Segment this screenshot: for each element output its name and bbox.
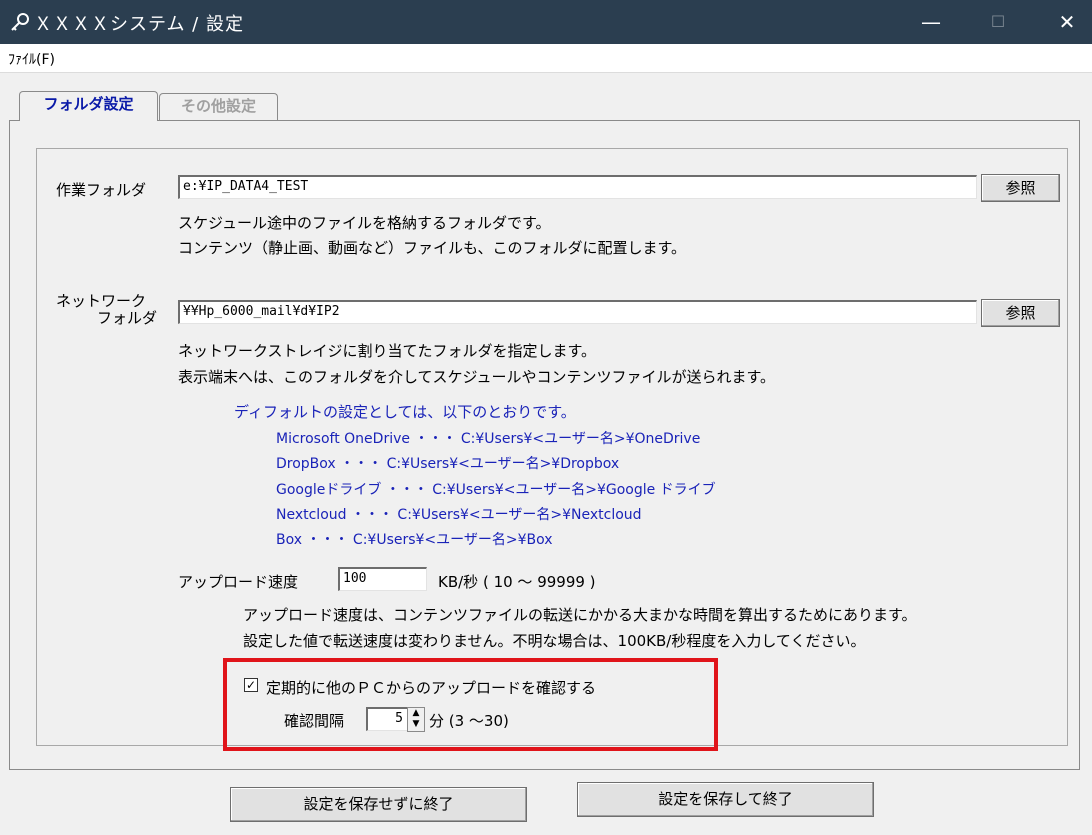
save-and-exit-button[interactable]: 設定を保存して終了	[577, 782, 874, 817]
network-folder-input[interactable]: ¥¥Hp_6000_mail¥d¥IP2	[178, 300, 977, 324]
work-folder-browse-button[interactable]: 参照	[981, 174, 1060, 202]
menu-file[interactable]: ﾌｧｲﾙ(F)	[8, 49, 55, 69]
exit-without-save-button[interactable]: 設定を保存せずに終了	[230, 787, 527, 822]
minimize-button[interactable]: —	[908, 0, 954, 44]
maximize-button[interactable]: ☐	[975, 0, 1021, 44]
network-folder-desc-1: ネットワークストレイジに割り当てたフォルダを指定します。	[178, 342, 597, 360]
default-dropbox: DropBox ・・・ C:¥Users¥<ユーザー名>¥Dropbox	[276, 456, 620, 472]
close-button[interactable]: ✕	[1044, 0, 1090, 44]
default-onedrive: Microsoft OneDrive ・・・ C:¥Users¥<ユーザー名>¥…	[276, 431, 701, 447]
default-box: Box ・・・ C:¥Users¥<ユーザー名>¥Box	[276, 532, 553, 548]
work-folder-label: 作業フォルダ	[56, 181, 147, 199]
network-folder-desc-2: 表示端末へは、このフォルダを介してスケジュールやコンテンツファイルが送られます。	[178, 368, 776, 386]
upload-desc-2: 設定した値で転送速度は変わりません。不明な場合は、100KB/秒程度を入力してく…	[243, 632, 866, 650]
menu-bar: ﾌｧｲﾙ(F)	[0, 44, 1092, 73]
highlight-box	[223, 658, 718, 751]
default-google-drive: Googleドライブ ・・・ C:¥Users¥<ユーザー名>¥Google ド…	[276, 482, 716, 498]
default-nextcloud: Nextcloud ・・・ C:¥Users¥<ユーザー名>¥Nextcloud	[276, 507, 642, 523]
work-folder-desc-1: スケジュール途中のファイルを格納するフォルダです。	[178, 214, 551, 232]
work-folder-desc-2: コンテンツ（静止画、動画など）ファイルも、このフォルダに配置します。	[178, 239, 687, 257]
tab-other-settings[interactable]: その他設定	[159, 93, 278, 120]
upload-speed-unit: KB/秒 ( 10 ～ 99999 )	[438, 573, 596, 591]
network-folder-browse-button[interactable]: 参照	[981, 299, 1060, 327]
upload-speed-input[interactable]: 100	[338, 567, 427, 591]
network-folder-label-line2: フォルダ	[97, 309, 158, 327]
upload-desc-1: アップロード速度は、コンテンツファイルの転送にかかる大まかな時間を算出するために…	[243, 606, 917, 624]
window-title: ＸＸＸＸシステム / 設定	[34, 14, 244, 35]
title-bar: ＸＸＸＸシステム / 設定 — ☐ ✕	[0, 0, 1092, 44]
key-icon	[11, 13, 29, 31]
default-settings-heading: ディフォルトの設定としては、以下のとおりです。	[234, 403, 576, 421]
upload-speed-label: アップロード速度	[178, 573, 299, 591]
work-folder-input[interactable]: e:¥IP_DATA4_TEST	[178, 175, 977, 199]
tab-folder-settings[interactable]: フォルダ設定	[19, 91, 158, 121]
